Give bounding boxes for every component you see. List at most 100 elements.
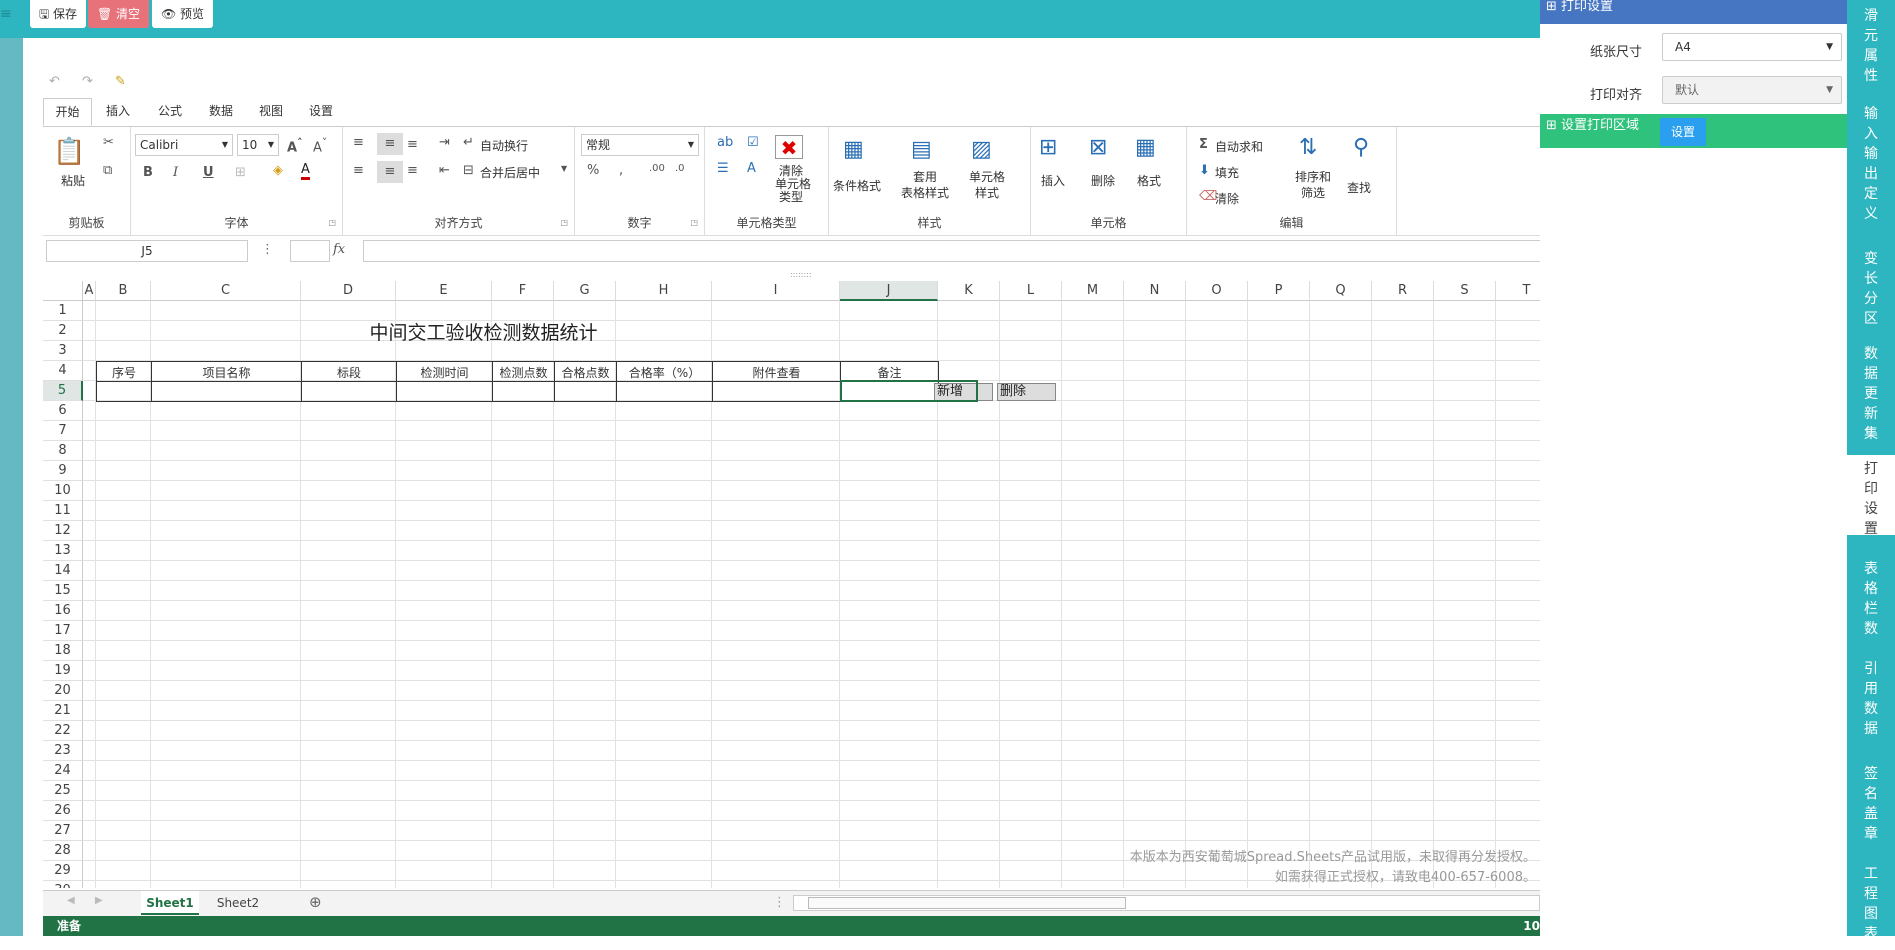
row-header-29[interactable]: 29 — [43, 861, 83, 881]
column-header-P[interactable]: P — [1248, 281, 1310, 301]
table-style-button[interactable]: 套用 表格样式 — [901, 169, 949, 201]
next-sheet-icon[interactable]: ▶ — [95, 895, 103, 906]
row-header-2[interactable]: 2 — [43, 321, 83, 341]
cell-style-button[interactable]: 单元格 样式 — [969, 169, 1005, 201]
row-header-7[interactable]: 7 — [43, 421, 83, 441]
outdent-icon[interactable]: ⇤ — [439, 163, 450, 178]
font-size-select[interactable]: 10 ▼ — [237, 134, 279, 156]
conditional-format-button[interactable]: 条件格式 — [833, 177, 881, 194]
column-header-T[interactable]: T — [1496, 281, 1540, 301]
font-color-icon[interactable]: A — [301, 163, 310, 180]
font-grow-icon[interactable]: A˄ — [287, 136, 302, 155]
column-header-E[interactable]: E — [396, 281, 492, 301]
column-header-B[interactable]: B — [96, 281, 151, 301]
cell-grid[interactable]: A B C D E F G H I J K L M N O P Q R S T 1 2 3 4 5 6 7 8 9 10 11 12 13 14 1… — [43, 281, 1540, 888]
list-icon[interactable]: ☰ — [717, 161, 729, 176]
column-header-C[interactable]: C — [151, 281, 301, 301]
column-header-H[interactable]: H — [616, 281, 712, 301]
tab-view[interactable]: 视图 — [248, 98, 294, 126]
sheet-tab-1[interactable]: Sheet1 — [141, 891, 199, 915]
font-shrink-icon[interactable]: A˅ — [313, 136, 327, 155]
nav-item-3[interactable]: 变长分区 — [1847, 245, 1895, 330]
new-icon[interactable]: ✎ — [115, 74, 126, 89]
menu-icon[interactable]: ≡ — [0, 6, 12, 22]
cut-icon[interactable]: ✂ — [103, 135, 114, 150]
column-header-A[interactable]: A — [83, 281, 96, 301]
more-icon[interactable]: ⋮ — [261, 242, 274, 257]
row-header-18[interactable]: 18 — [43, 641, 83, 661]
align-center-icon[interactable]: ≡ — [377, 161, 403, 183]
row-header-4[interactable]: 4 — [43, 361, 83, 381]
column-header-K[interactable]: K — [938, 281, 1000, 301]
name-box[interactable]: J5 — [46, 240, 248, 262]
hyperlink-icon[interactable]: A — [747, 161, 756, 176]
column-header-F[interactable]: F — [492, 281, 554, 301]
font-name-select[interactable]: Calibri ▼ — [135, 134, 233, 156]
row-header-27[interactable]: 27 — [43, 821, 83, 841]
align-middle-icon[interactable]: ≡ — [377, 133, 403, 155]
clear-celltype-icon[interactable]: ✖ — [775, 135, 803, 160]
sheet-tab-2[interactable]: Sheet2 — [209, 891, 267, 915]
increase-decimal-icon[interactable]: .00 — [649, 163, 665, 174]
set-print-area-button[interactable]: 设置 — [1660, 118, 1706, 146]
paste-button[interactable]: 粘贴 — [61, 172, 85, 189]
row-header-15[interactable]: 15 — [43, 581, 83, 601]
splitter-handle[interactable]: :::::::: — [790, 270, 812, 279]
tab-data[interactable]: 数据 — [198, 98, 244, 126]
chevron-down-icon[interactable]: ▼ — [561, 164, 567, 173]
print-settings-header[interactable]: ⊞ 打印设置 — [1540, 0, 1847, 24]
autosum-button[interactable]: 自动求和 — [1215, 138, 1263, 155]
row-header-21[interactable]: 21 — [43, 701, 83, 721]
select-all-corner[interactable] — [43, 281, 83, 301]
tab-splitter-icon[interactable]: ⋮ — [773, 895, 786, 910]
dialog-launcher-icon[interactable]: ◳ — [560, 218, 568, 227]
row-header-14[interactable]: 14 — [43, 561, 83, 581]
dialog-launcher-icon[interactable]: ◳ — [328, 218, 336, 227]
align-bottom-icon[interactable]: ≡ — [407, 137, 418, 152]
formula-input[interactable] — [363, 240, 1540, 262]
row-header-5[interactable]: 5 — [43, 381, 83, 401]
decrease-decimal-icon[interactable]: .0 — [675, 163, 685, 174]
comma-icon[interactable]: , — [619, 163, 623, 178]
nav-item-9[interactable]: 工程图表 — [1847, 860, 1895, 950]
column-header-J[interactable]: J — [840, 281, 938, 301]
row-header-24[interactable]: 24 — [43, 761, 83, 781]
format-cells-button[interactable]: 格式 — [1137, 172, 1161, 189]
tab-insert[interactable]: 插入 — [95, 98, 141, 126]
align-top-icon[interactable]: ≡ — [353, 135, 364, 150]
scrollbar-thumb[interactable] — [808, 897, 1126, 909]
row-header-30[interactable]: 30 — [43, 881, 83, 888]
percent-icon[interactable]: % — [587, 163, 599, 178]
column-header-L[interactable]: L — [1000, 281, 1062, 301]
nav-item-5[interactable]: 打印设置 — [1847, 455, 1895, 537]
redo-icon[interactable]: ↷ — [82, 74, 93, 89]
row-header-9[interactable]: 9 — [43, 461, 83, 481]
column-header-M[interactable]: M — [1062, 281, 1124, 301]
dialog-launcher-icon[interactable]: ◳ — [690, 218, 698, 227]
column-header-R[interactable]: R — [1372, 281, 1434, 301]
row-header-13[interactable]: 13 — [43, 541, 83, 561]
checkbox-icon[interactable]: ☑ — [747, 135, 759, 150]
copy-icon[interactable]: ⧉ — [103, 163, 112, 178]
sort-filter-button[interactable]: 排序和 筛选 — [1295, 169, 1331, 201]
nav-item-4[interactable]: 数据更新集 — [1847, 340, 1895, 445]
horizontal-scrollbar[interactable] — [793, 895, 1540, 911]
undo-icon[interactable]: ↶ — [49, 74, 60, 89]
save-button[interactable]: 🖫 保存 — [30, 0, 87, 28]
delete-cells-button[interactable]: 删除 — [1091, 172, 1115, 189]
row-header-22[interactable]: 22 — [43, 721, 83, 741]
fill-button[interactable]: 填充 — [1215, 164, 1239, 181]
nav-item-2[interactable]: 输入输出定义 — [1847, 100, 1895, 235]
number-format-select[interactable]: 常规 ▼ — [581, 134, 699, 156]
clear-celltype-button[interactable]: 清除 单元格 类型 — [775, 165, 811, 204]
nav-item-8[interactable]: 签名盖章 — [1847, 760, 1895, 855]
row-header-8[interactable]: 8 — [43, 441, 83, 461]
underline-icon[interactable]: U — [203, 165, 214, 180]
row-header-25[interactable]: 25 — [43, 781, 83, 801]
nav-item-1[interactable]: 滑元属性 — [1847, 2, 1895, 92]
row-header-11[interactable]: 11 — [43, 501, 83, 521]
border-icon[interactable]: ⊞ — [235, 165, 246, 180]
nav-item-6[interactable]: 表格栏数 — [1847, 555, 1895, 645]
insert-cells-button[interactable]: 插入 — [1041, 172, 1065, 189]
column-header-N[interactable]: N — [1124, 281, 1186, 301]
